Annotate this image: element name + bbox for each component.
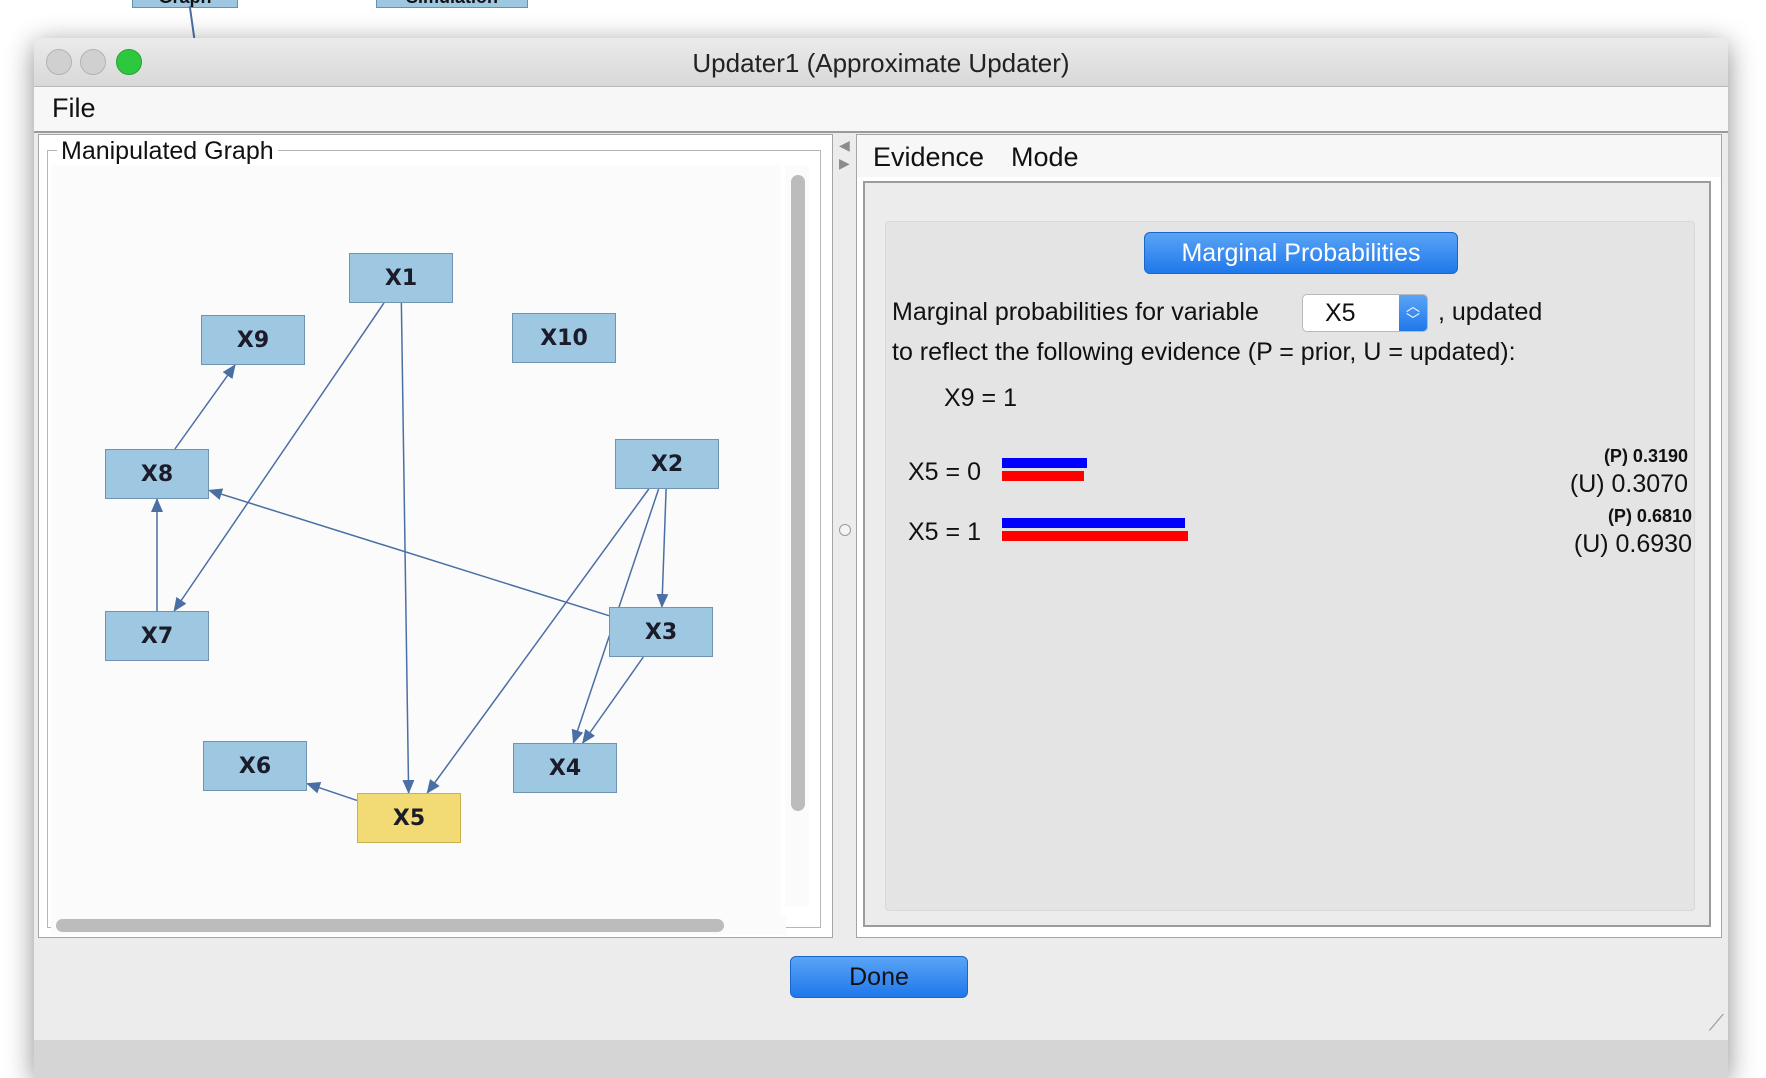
split-pane-divider[interactable]: ◀ ▶ bbox=[834, 134, 856, 936]
graph-vertical-scrollbar[interactable] bbox=[785, 165, 809, 907]
marginals-container: Marginal Probabilities Marginal probabil… bbox=[863, 181, 1711, 927]
graph-node-x7[interactable]: X7 bbox=[105, 611, 209, 661]
updated-value-1: (U) 0.6930 bbox=[1573, 530, 1692, 558]
evidence-item: X9 = 1 bbox=[944, 384, 1017, 412]
divider-knob-icon[interactable] bbox=[839, 524, 851, 536]
updated-value-0: (U) 0.3070 bbox=[1569, 470, 1688, 498]
evidence-panel: Evidence Mode Marginal Probabilities Mar… bbox=[856, 134, 1722, 938]
marginals-tab-content: Marginal Probabilities Marginal probabil… bbox=[885, 221, 1695, 911]
window-title: Updater1 (Approximate Updater) bbox=[692, 48, 1070, 78]
title-bar[interactable]: Updater1 (Approximate Updater) bbox=[34, 38, 1728, 87]
graph-node-x3[interactable]: X3 bbox=[609, 607, 713, 657]
edge-x3-to-x4 bbox=[582, 656, 644, 744]
resize-grip-icon[interactable]: ⟋ bbox=[1709, 1010, 1724, 1036]
evidence-menu-bar: Evidence Mode bbox=[857, 135, 1721, 177]
graph-canvas[interactable]: X1 X9 X10 X8 X2 X7 X3 X6 X5 X4 bbox=[51, 165, 781, 915]
menu-evidence[interactable]: Evidence bbox=[873, 142, 984, 173]
prior-value-1: (P) 0.6810 bbox=[1607, 506, 1692, 526]
menu-mode[interactable]: Mode bbox=[1011, 142, 1079, 173]
graph-panel-title: Manipulated Graph bbox=[57, 137, 278, 166]
collapse-right-icon[interactable]: ▶ bbox=[839, 156, 850, 170]
menu-bar: File bbox=[34, 87, 1728, 133]
updater-window: Updater1 (Approximate Updater) File Mani… bbox=[34, 38, 1728, 1078]
edge-x3-to-x8 bbox=[208, 488, 610, 617]
graph-node-x4[interactable]: X4 bbox=[513, 743, 617, 793]
graph-horizontal-scroll-thumb[interactable] bbox=[56, 919, 724, 932]
edge-x5-to-x6 bbox=[306, 782, 358, 802]
background-node-simulation: Simulation bbox=[376, 0, 528, 8]
variable-select[interactable]: X5 ︿ ﹀ bbox=[1302, 294, 1428, 332]
updated-bar-1 bbox=[1002, 531, 1188, 541]
graph-node-x1[interactable]: X1 bbox=[349, 253, 453, 303]
background-edge bbox=[188, 6, 196, 38]
edge-x1-to-x5 bbox=[400, 302, 415, 794]
graph-vertical-scroll-thumb[interactable] bbox=[791, 175, 805, 811]
outcome-label-1: X5 = 1 bbox=[908, 518, 981, 546]
graph-node-x10[interactable]: X10 bbox=[512, 313, 616, 363]
graph-node-x2[interactable]: X2 bbox=[615, 439, 719, 489]
updated-bar-0 bbox=[1002, 471, 1084, 481]
edge-x8-to-x9 bbox=[174, 364, 236, 450]
select-stepper-icon[interactable]: ︿ ﹀ bbox=[1399, 295, 1427, 331]
window-bottom-strip bbox=[34, 1040, 1728, 1078]
done-button[interactable]: Done bbox=[790, 956, 968, 998]
graph-node-x5[interactable]: X5 bbox=[357, 793, 461, 843]
prior-bar-0 bbox=[1002, 458, 1087, 468]
graph-node-x8[interactable]: X8 bbox=[105, 449, 209, 499]
collapse-left-icon[interactable]: ◀ bbox=[839, 138, 850, 152]
evidence-description-label: to reflect the following evidence (P = p… bbox=[892, 338, 1516, 366]
background-node-graph: Graph bbox=[132, 0, 238, 8]
graph-horizontal-scrollbar[interactable] bbox=[51, 915, 786, 935]
variable-prompt-label: Marginal probabilities for variable bbox=[892, 298, 1259, 326]
tab-marginal-probabilities[interactable]: Marginal Probabilities bbox=[1144, 232, 1458, 274]
graph-node-x9[interactable]: X9 bbox=[201, 315, 305, 365]
prior-bar-1 bbox=[1002, 518, 1185, 528]
graph-panel: Manipulated Graph X1 X9 X10 X8 X2 X7 X3 X6 X5 X4 bbox=[38, 134, 833, 938]
updated-suffix-label: , updated bbox=[1438, 298, 1543, 326]
edge-x2-to-x3 bbox=[656, 488, 669, 608]
variable-select-value: X5 bbox=[1325, 299, 1356, 327]
outcome-label-0: X5 = 0 bbox=[908, 458, 981, 486]
menu-file[interactable]: File bbox=[52, 93, 96, 124]
graph-node-x6[interactable]: X6 bbox=[203, 741, 307, 791]
prior-value-0: (P) 0.3190 bbox=[1603, 446, 1688, 466]
